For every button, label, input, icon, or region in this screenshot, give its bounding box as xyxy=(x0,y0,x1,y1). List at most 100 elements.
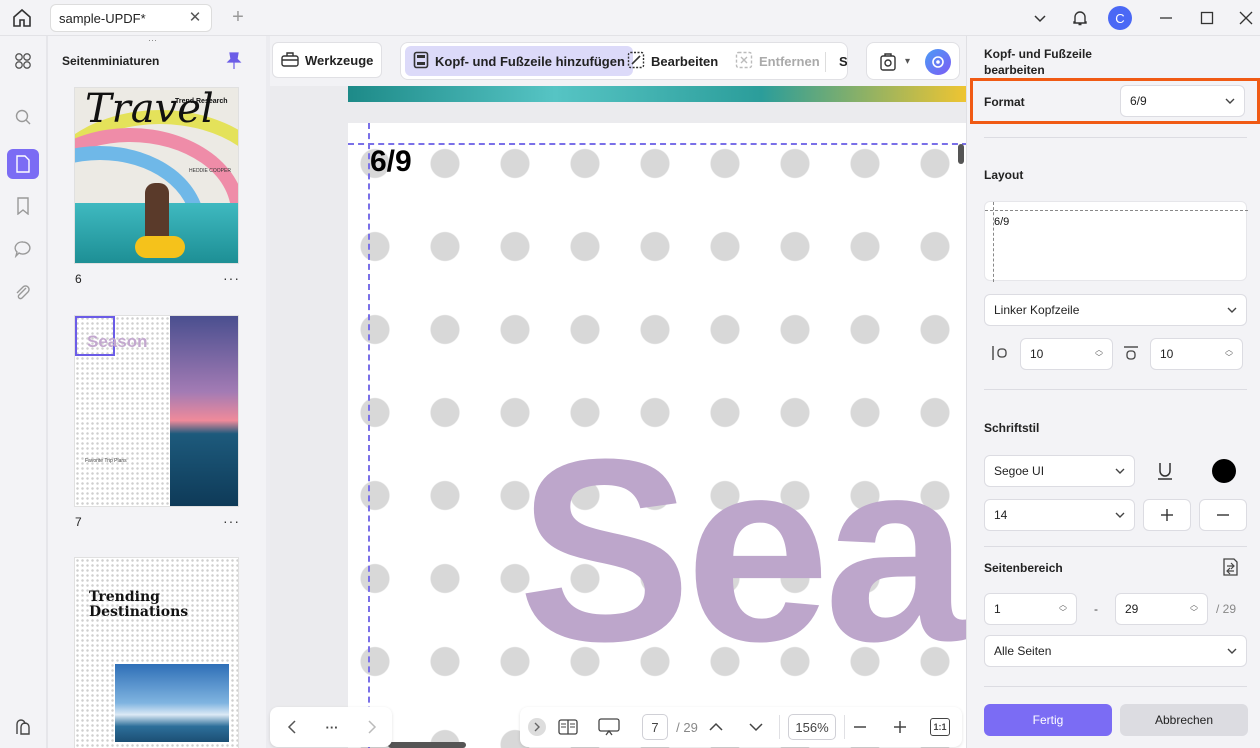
thumbnail-panel: ⋯ Seitenminiaturen Travel Trend Research… xyxy=(48,36,266,748)
tools-button[interactable]: Werkzeuge xyxy=(272,42,382,78)
attachment-icon[interactable] xyxy=(10,280,36,306)
thumb-title: Travel xyxy=(85,88,214,132)
document-tab[interactable]: sample-UPDF* ✕ xyxy=(50,4,212,32)
chevron-right-icon[interactable] xyxy=(362,717,382,737)
maximize-icon[interactable] xyxy=(1197,8,1217,28)
stepper-icon[interactable]: ︿ ﹀ xyxy=(1190,601,1198,617)
home-icon[interactable] xyxy=(10,6,34,30)
done-button[interactable]: Fertig xyxy=(984,704,1112,736)
format-label: Format xyxy=(984,95,1025,109)
range-to-input[interactable]: 29 ︿ ﹀ xyxy=(1115,593,1208,625)
chevron-down-icon xyxy=(1227,303,1237,317)
new-tab-icon[interactable]: + xyxy=(228,7,248,27)
document-canvas[interactable]: Sea 6/9 xyxy=(270,86,966,748)
header-footer-icon xyxy=(413,51,429,72)
zoom-out-icon[interactable] xyxy=(850,717,870,737)
close-window-icon[interactable] xyxy=(1236,8,1256,28)
thumbnail-page-8[interactable]: Trending Destinations xyxy=(75,558,238,748)
grid-icon[interactable] xyxy=(10,48,36,74)
plus-icon xyxy=(1161,509,1173,521)
range-from-input[interactable]: 1 ︿ ﹀ xyxy=(984,593,1077,625)
chevron-down-icon[interactable] xyxy=(746,717,766,737)
toolbox-icon xyxy=(281,51,299,70)
preview-guide-horizontal xyxy=(985,210,1248,211)
screenshot-icon[interactable] xyxy=(879,52,897,77)
collapse-icon[interactable] xyxy=(528,718,546,736)
page-range-section-title: Seitenbereich xyxy=(984,561,1063,575)
format-select[interactable]: 6/9 xyxy=(1120,85,1245,117)
thumb-author: HEDDIE COOPER xyxy=(189,168,231,174)
avatar[interactable]: C xyxy=(1108,6,1132,30)
chevron-up-icon[interactable] xyxy=(706,717,726,737)
thumb-title: Trending Destinations xyxy=(89,589,189,620)
main-toolbar: Werkzeuge Kopf- und Fußzeile hinzufügen … xyxy=(270,36,966,86)
presentation-icon[interactable] xyxy=(598,717,620,737)
document-page[interactable]: Sea 6/9 xyxy=(348,123,966,748)
pin-icon[interactable] xyxy=(226,52,242,70)
header-text[interactable]: 6/9 xyxy=(370,145,412,179)
minimize-icon[interactable] xyxy=(1156,8,1176,28)
reading-mode-icon[interactable] xyxy=(558,717,578,737)
bookmark-icon[interactable] xyxy=(10,193,36,219)
chevron-down-icon[interactable] xyxy=(1030,8,1050,28)
top-margin-value: 10 xyxy=(1160,347,1174,361)
stepper-icon[interactable]: ︿ ﹀ xyxy=(1095,346,1103,362)
font-size-select[interactable]: 14 xyxy=(984,499,1135,531)
top-margin-input[interactable]: 10 ︿ ﹀ xyxy=(1150,338,1243,370)
font-family-select[interactable]: Segoe UI xyxy=(984,455,1135,487)
thumbnail-page-6[interactable]: Travel Trend Research HEDDIE COOPER xyxy=(75,88,238,263)
underline-icon[interactable] xyxy=(1156,461,1174,486)
thumb-title: Season xyxy=(87,332,148,351)
thumbnail-page-number: 6 xyxy=(75,272,82,286)
bell-icon[interactable] xyxy=(1070,8,1090,28)
ai-assistant-icon[interactable] xyxy=(925,49,951,75)
drag-handle-icon[interactable]: ⋯ xyxy=(148,36,164,45)
zoom-in-icon[interactable] xyxy=(890,717,910,737)
edit-button[interactable]: Bearbeiten xyxy=(619,46,726,76)
stepper-icon[interactable]: ︿ ﹀ xyxy=(1225,346,1233,362)
page-subset-value: Alle Seiten xyxy=(994,644,1052,658)
zoom-level-input[interactable]: 156% xyxy=(788,714,836,740)
layers-icon[interactable] xyxy=(10,714,36,740)
thumbnail-page-7[interactable]: Season Favorite Trip Plans xyxy=(75,316,238,506)
more-icon[interactable]: ··· xyxy=(320,717,344,737)
comment-icon[interactable] xyxy=(10,236,36,262)
page-thumbnails-icon[interactable] xyxy=(7,149,39,179)
add-header-footer-button[interactable]: Kopf- und Fußzeile hinzufügen xyxy=(405,46,633,76)
chevron-down-icon xyxy=(1115,508,1125,522)
increase-size-button[interactable] xyxy=(1143,499,1191,531)
font-color-swatch[interactable] xyxy=(1212,459,1236,483)
zoom-bar: 7 / 29 156% 1:1 xyxy=(520,707,962,747)
stepper-icon[interactable]: ︿ ﹀ xyxy=(1059,601,1067,617)
layout-preview-text: 6/9 xyxy=(994,216,1010,228)
vertical-scrollbar[interactable] xyxy=(958,144,964,164)
search-icon[interactable] xyxy=(10,104,36,130)
font-family-value: Segoe UI xyxy=(994,464,1045,478)
thumbnail-more-icon[interactable]: ··· xyxy=(223,270,240,286)
cancel-button[interactable]: Abbrechen xyxy=(1120,704,1248,736)
panel-title: Kopf- und Fußzeile bearbeiten xyxy=(984,47,1092,77)
chevron-down-icon xyxy=(1115,464,1125,478)
thumbnail-more-icon[interactable]: ··· xyxy=(223,513,240,529)
decrease-size-button[interactable] xyxy=(1199,499,1247,531)
page-nav-bar: ··· xyxy=(270,707,392,747)
format-select-value: 6/9 xyxy=(1130,94,1147,108)
actual-size-button[interactable]: 1:1 xyxy=(930,718,950,736)
page-number-input[interactable]: 7 xyxy=(642,714,668,740)
left-margin-input[interactable]: 10 ︿ ﹀ xyxy=(1020,338,1113,370)
close-tab-icon[interactable]: ✕ xyxy=(187,10,203,26)
page-range-options-icon[interactable] xyxy=(1221,557,1241,582)
position-select[interactable]: Linker Kopfzeile xyxy=(984,294,1247,326)
left-rail xyxy=(0,36,46,748)
horizontal-scrollbar[interactable] xyxy=(388,742,466,748)
section-divider xyxy=(984,389,1247,390)
chevron-down-icon[interactable]: ▾ xyxy=(905,56,910,67)
page-subset-select[interactable]: Alle Seiten xyxy=(984,635,1247,667)
range-from-value: 1 xyxy=(994,602,1001,616)
toolbar-divider xyxy=(825,52,826,72)
header-guide-horizontal xyxy=(348,143,966,145)
page-headline: Sea xyxy=(518,406,966,696)
remove-button[interactable]: Entfernen xyxy=(727,46,828,76)
chevron-left-icon[interactable] xyxy=(282,717,302,737)
font-size-value: 14 xyxy=(994,508,1008,522)
